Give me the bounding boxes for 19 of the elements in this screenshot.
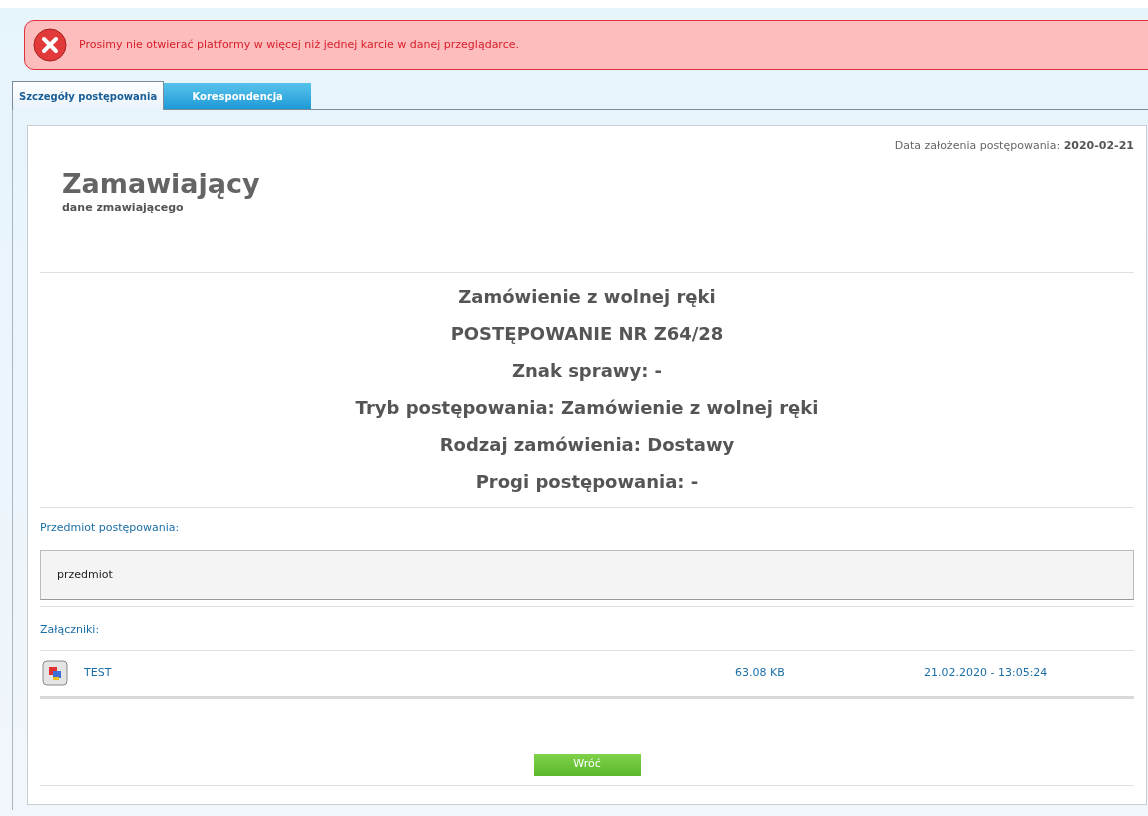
file-link[interactable]: TEST bbox=[84, 664, 735, 682]
error-icon bbox=[33, 28, 67, 62]
subject-text: przedmiot bbox=[57, 566, 113, 583]
heading: Zamówienie z wolnej ręki bbox=[458, 284, 716, 309]
file-size: 63.08 KB bbox=[735, 664, 786, 681]
heading: Rodzaj zamówienia: Dostawy bbox=[439, 432, 735, 457]
subject-label: Przedmiot postępowania: bbox=[40, 519, 181, 536]
buyer-title: Zamawiający bbox=[62, 166, 261, 201]
creation-date: Data założenia postępowania: 2020-02-21 bbox=[894, 138, 1134, 154]
buyer-subtitle: dane zmawiającego bbox=[62, 200, 185, 217]
alert-message: Prosimy nie otwierać platformy w więcej niż jednej karcie w danej przeglądarce. bbox=[79, 36, 519, 53]
heading: Progi postępowania: - bbox=[475, 469, 699, 494]
tab[interactable]: Szczegóły postępowania bbox=[12, 81, 165, 110]
attachments-label: Załączniki: bbox=[40, 607, 1134, 651]
heading: Tryb postępowania: Zamówienie z wolnej ręki bbox=[355, 395, 819, 420]
file-date: 21.02.2020 - 13:05:24 bbox=[924, 664, 1048, 681]
heading: Znak sprawy: - bbox=[511, 358, 663, 383]
heading: POSTĘPOWANIE NR Z64/28 bbox=[450, 321, 724, 346]
file-icon bbox=[42, 660, 68, 686]
